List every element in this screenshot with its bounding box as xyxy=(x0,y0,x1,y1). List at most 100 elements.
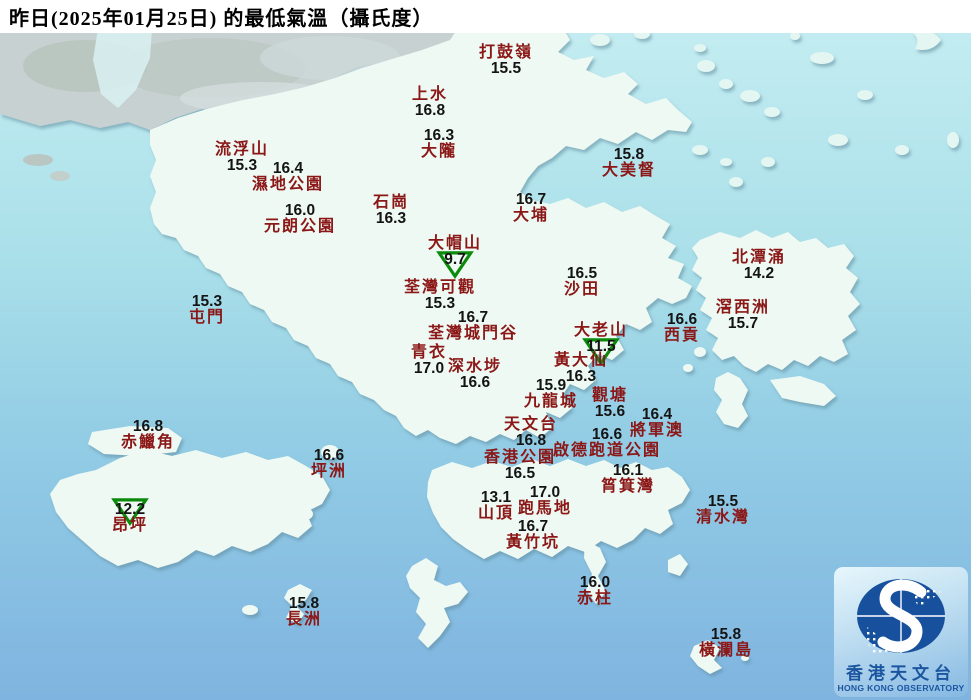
station-value: 16.4 xyxy=(641,406,673,423)
station-label-1: 上水 16.8 xyxy=(412,87,448,118)
station-value: 16.5 xyxy=(504,464,536,482)
station-name: 荃灣可觀 xyxy=(403,279,477,296)
station-label-32: 12.2 昂坪 xyxy=(111,498,149,534)
hko-logo-english: HONG KONG OBSERVATORY xyxy=(837,683,965,693)
station-label-8: 16.7 大埔 xyxy=(513,192,549,223)
station-value: 16.5 xyxy=(566,265,598,282)
station-name: 濕地公園 xyxy=(251,175,325,193)
station-label-18: 青衣 17.0 xyxy=(411,345,447,376)
map-title-bar: 昨日(2025年01月25日) 的最低氣溫（攝氏度） xyxy=(0,0,971,33)
station-label-6: 16.0 元朗公園 xyxy=(264,203,336,234)
station-value: 16.7 xyxy=(515,191,547,208)
hko-logo-chinese: 香港天文台 xyxy=(846,664,956,683)
station-name: 深水埗 xyxy=(447,358,503,375)
station-name: 清水灣 xyxy=(695,508,751,526)
station-name: 啟德跑道公園 xyxy=(552,441,662,459)
station-label-11: 荃灣可觀 15.3 xyxy=(404,280,476,311)
station-name: 筲箕灣 xyxy=(600,477,656,495)
station-label-24: 天文台 16.8 xyxy=(504,417,558,448)
station-name: 大老山 xyxy=(573,322,629,339)
station-label-31: 17.0 跑馬地 xyxy=(518,485,572,516)
station-name: 大帽山 xyxy=(427,235,483,252)
hko-logo: 香港天文台 HONG KONG OBSERVATORY xyxy=(834,567,968,697)
station-name: 昂坪 xyxy=(111,516,149,534)
station-label-30: 13.1 山頂 xyxy=(478,490,514,521)
station-value: 15.5 xyxy=(490,59,522,77)
hko-logo-icon xyxy=(857,579,945,654)
station-label-16: 滘西洲 15.7 xyxy=(716,300,770,331)
station-name: 赤柱 xyxy=(576,589,614,607)
station-label-9: 大帽山 9.7 xyxy=(427,235,483,280)
station-label-14: 16.7 荃灣城門谷 xyxy=(428,310,518,341)
station-name: 九龍城 xyxy=(523,392,579,410)
station-value: 16.3 xyxy=(375,209,407,227)
station-label-23: 16.8 赤鱲角 xyxy=(121,419,175,450)
station-label-2: 16.3 大隴 xyxy=(421,128,457,159)
station-value: 9.7 xyxy=(444,250,466,268)
station-label-15: 16.6 西貢 xyxy=(664,312,700,343)
station-value: 15.9 xyxy=(535,377,567,394)
station-value: 14.2 xyxy=(743,264,775,282)
station-label-17: 大老山 11.5 xyxy=(573,322,629,367)
station-value: 16.7 xyxy=(517,518,549,535)
station-value: 16.8 xyxy=(515,431,547,449)
weather-map-page: 昨日(2025年01月25日) 的最低氣溫（攝氏度） 打鼓嶺 15.5 上水 16.8… xyxy=(0,0,971,700)
station-value: 16.0 xyxy=(284,202,316,219)
station-name: 天文台 xyxy=(503,416,559,433)
station-name: 黃大仙 xyxy=(553,352,609,369)
station-name: 打鼓嶺 xyxy=(478,44,534,61)
station-label-26: 16.6 啟德跑道公園 xyxy=(553,427,661,458)
station-value: 15.8 xyxy=(288,595,320,612)
station-value: 16.3 xyxy=(423,127,455,144)
station-name: 沙田 xyxy=(563,280,601,298)
station-label-10: 北潭涌 14.2 xyxy=(732,250,786,281)
page-title: 昨日(2025年01月25日) 的最低氣溫（攝氏度） xyxy=(9,8,434,30)
station-name: 西貢 xyxy=(663,326,701,344)
station-value: 16.6 xyxy=(459,373,491,391)
station-value: 16.8 xyxy=(414,101,446,119)
station-name: 長洲 xyxy=(285,610,323,628)
station-value: 15.6 xyxy=(594,402,626,420)
station-value: 15.8 xyxy=(710,626,742,643)
station-value: 17.0 xyxy=(529,484,561,501)
station-name: 大隴 xyxy=(420,142,458,160)
station-name: 香港公園 xyxy=(483,449,557,466)
station-name: 跑馬地 xyxy=(517,499,573,517)
station-name: 上水 xyxy=(411,86,449,103)
station-value: 16.8 xyxy=(132,418,164,435)
station-label-12: 16.5 沙田 xyxy=(564,266,600,297)
station-name: 屯門 xyxy=(188,308,226,326)
station-value: 16.0 xyxy=(579,574,611,591)
station-label-22: 觀塘 15.6 xyxy=(592,388,628,419)
station-name: 黃竹坑 xyxy=(505,533,561,551)
station-name: 荃灣城門谷 xyxy=(427,324,519,342)
station-value: 16.6 xyxy=(666,311,698,328)
station-label-7: 石崗 16.3 xyxy=(373,195,409,226)
station-label-21: 15.9 九龍城 xyxy=(524,378,578,409)
station-label-19: 深水埗 16.6 xyxy=(448,359,502,390)
station-value: 15.8 xyxy=(613,146,645,163)
station-value: 12.2 xyxy=(114,501,146,518)
station-value: 16.6 xyxy=(313,447,345,464)
station-label-4: 16.4 濕地公園 xyxy=(252,161,324,192)
station-label-36: 15.8 長洲 xyxy=(286,596,322,627)
stations-layer: 打鼓嶺 15.5 上水 16.8 16.3 大隴 流浮山 15.3 16.4 濕地公園 15.8 大美… xyxy=(0,0,971,700)
station-label-28: 香港公園 16.5 xyxy=(484,450,556,481)
station-value: 16.6 xyxy=(591,426,623,443)
station-label-33: 15.5 清水灣 xyxy=(696,494,750,525)
station-value: 17.0 xyxy=(413,359,445,377)
station-name: 滘西洲 xyxy=(715,299,771,316)
station-value: 15.7 xyxy=(727,314,759,332)
station-name: 石崗 xyxy=(372,194,410,211)
station-label-27: 16.6 坪洲 xyxy=(311,448,347,479)
station-value: 15.5 xyxy=(707,493,739,510)
station-value: 13.1 xyxy=(480,489,512,506)
station-label-37: 15.8 橫瀾島 xyxy=(699,627,753,658)
station-label-13: 15.3 屯門 xyxy=(189,294,225,325)
station-value: 16.4 xyxy=(272,160,304,177)
station-label-34: 16.7 黃竹坑 xyxy=(506,519,560,550)
station-value: 16.1 xyxy=(612,462,644,479)
station-name: 坪洲 xyxy=(310,462,348,480)
station-name: 北潭涌 xyxy=(731,249,787,266)
station-label-29: 16.1 筲箕灣 xyxy=(601,463,655,494)
